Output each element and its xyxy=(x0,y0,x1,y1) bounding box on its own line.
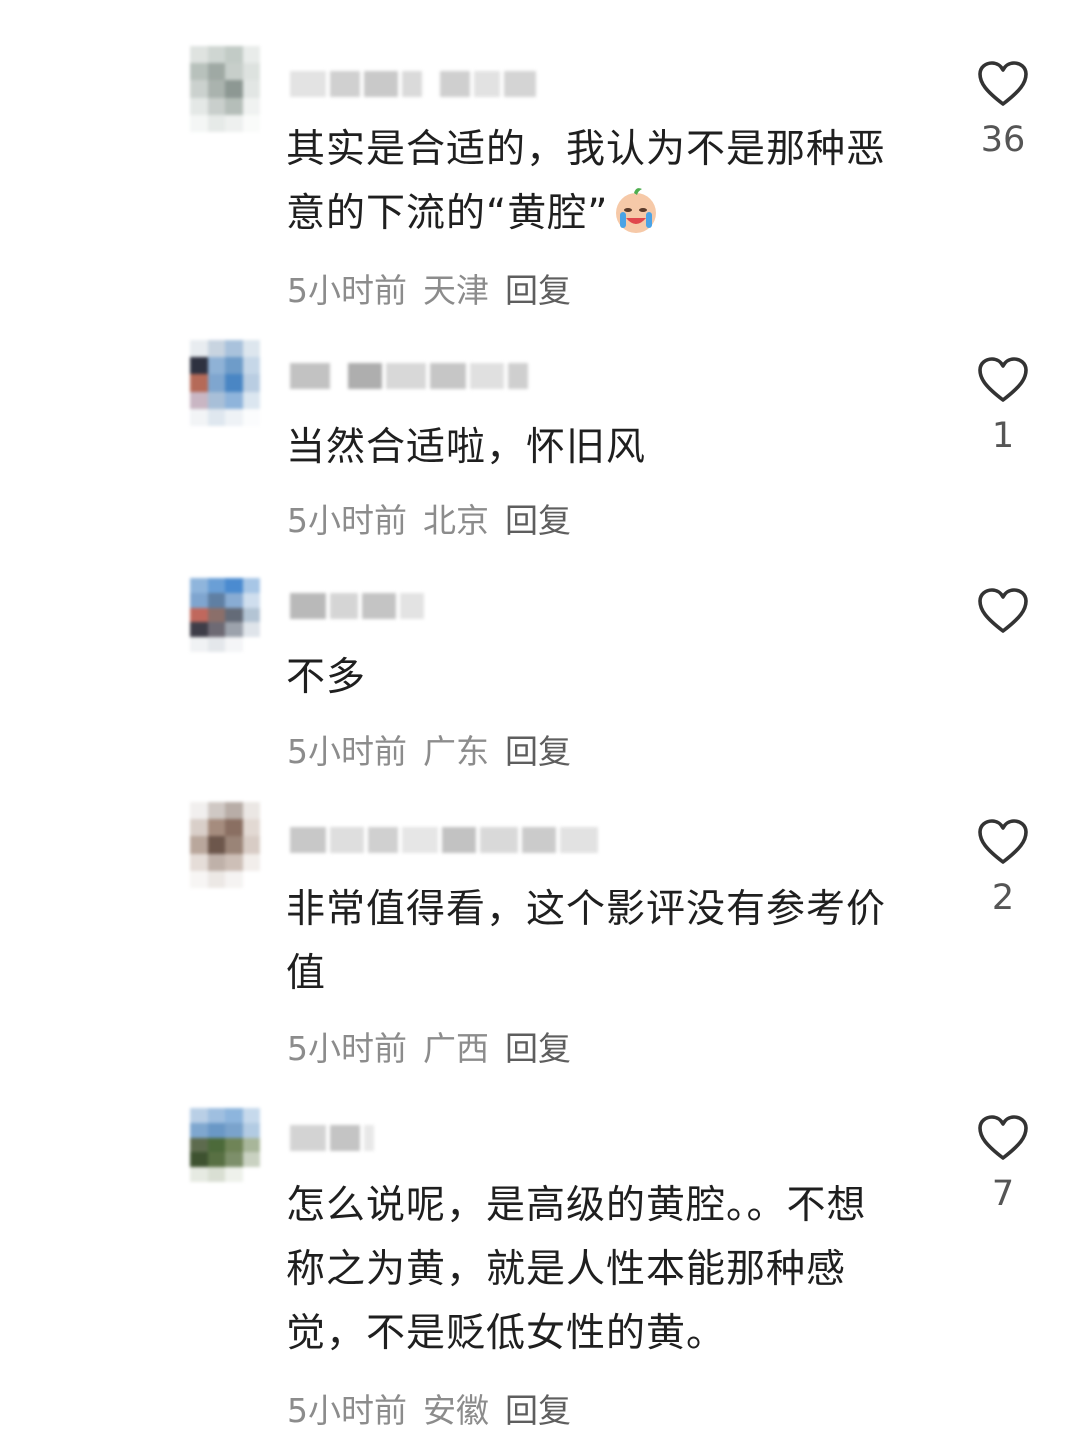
comment-time: 5小时前 xyxy=(287,1029,407,1068)
comment-text: 当然合适啦，怀旧风 xyxy=(286,416,926,480)
heart-outline-icon xyxy=(978,819,1028,864)
heart-outline-icon xyxy=(978,61,1028,106)
avatar[interactable] xyxy=(190,1108,260,1182)
comment-line: 非常值得看，这个影评没有参考价 xyxy=(286,887,887,932)
reply-button[interactable]: 回复 xyxy=(505,1022,571,1070)
comment-location: 广西 xyxy=(423,1029,489,1068)
comment-location: 北京 xyxy=(423,501,489,540)
reply-button[interactable]: 回复 xyxy=(505,494,571,542)
username-blurred[interactable] xyxy=(290,820,598,860)
comment-line: 称之为黄，就是人性本能那种感 xyxy=(286,1247,847,1292)
username-blurred[interactable] xyxy=(290,64,536,104)
comment-meta: 5小时前 广东 回复 xyxy=(287,727,571,771)
heart-outline-icon xyxy=(978,357,1028,402)
comment-meta: 5小时前 北京 回复 xyxy=(287,496,571,540)
avatar[interactable] xyxy=(190,802,260,888)
comment-line: 觉，不是贬低女性的黄。 xyxy=(286,1311,727,1356)
comment-line: 意的下流的“黄腔” xyxy=(286,191,609,236)
like-count: 1 xyxy=(991,416,1015,456)
reply-button[interactable]: 回复 xyxy=(505,725,571,773)
like-button[interactable] xyxy=(966,587,1040,647)
comment-meta: 5小时前 广西 回复 xyxy=(287,1024,571,1068)
like-button[interactable]: 2 xyxy=(966,818,1040,918)
comment-location: 安徽 xyxy=(423,1391,489,1430)
comment-text: 非常值得看，这个影评没有参考价 值 xyxy=(286,878,926,1006)
username-blurred[interactable] xyxy=(290,586,424,626)
avatar[interactable] xyxy=(190,340,260,426)
comment-text: 其实是合适的，我认为不是那种恶 意的下流的“黄腔” xyxy=(286,118,926,246)
comment-meta: 5小时前 天津 回复 xyxy=(287,266,571,310)
like-count: 36 xyxy=(980,120,1026,160)
comment-location: 广东 xyxy=(423,732,489,771)
comment-line: 其实是合适的，我认为不是那种恶 xyxy=(286,127,887,172)
avatar[interactable] xyxy=(190,46,260,132)
reply-button[interactable]: 回复 xyxy=(505,1384,571,1432)
like-button[interactable]: 1 xyxy=(966,356,1040,456)
comment-line: 不多 xyxy=(286,655,367,700)
username-blurred[interactable] xyxy=(290,356,528,396)
comment-line: 当然合适啦，怀旧风 xyxy=(286,425,647,470)
username-blurred[interactable] xyxy=(290,1118,374,1158)
comment-time: 5小时前 xyxy=(287,732,407,771)
comment-text: 不多 xyxy=(286,646,926,710)
heart-outline-icon xyxy=(978,1115,1028,1160)
like-button[interactable]: 36 xyxy=(966,60,1040,160)
comment-time: 5小时前 xyxy=(287,271,407,310)
comment-meta: 5小时前 安徽 回复 xyxy=(287,1386,571,1430)
comment-location: 天津 xyxy=(423,271,489,310)
comment-line: 怎么说呢，是高级的黄腔。。不想 xyxy=(286,1183,867,1228)
avatar[interactable] xyxy=(190,578,260,652)
comment-line: 值 xyxy=(286,951,327,996)
crying-laughing-baby-emoji-icon xyxy=(610,184,662,236)
heart-outline-icon xyxy=(978,588,1028,633)
comment-time: 5小时前 xyxy=(287,501,407,540)
like-count: 2 xyxy=(991,878,1015,918)
reply-button[interactable]: 回复 xyxy=(505,264,571,312)
like-count: 7 xyxy=(991,1174,1015,1214)
comment-time: 5小时前 xyxy=(287,1391,407,1430)
comment-text: 怎么说呢，是高级的黄腔。。不想 称之为黄，就是人性本能那种感 觉，不是贬低女性的… xyxy=(286,1174,926,1366)
like-button[interactable]: 7 xyxy=(966,1114,1040,1214)
